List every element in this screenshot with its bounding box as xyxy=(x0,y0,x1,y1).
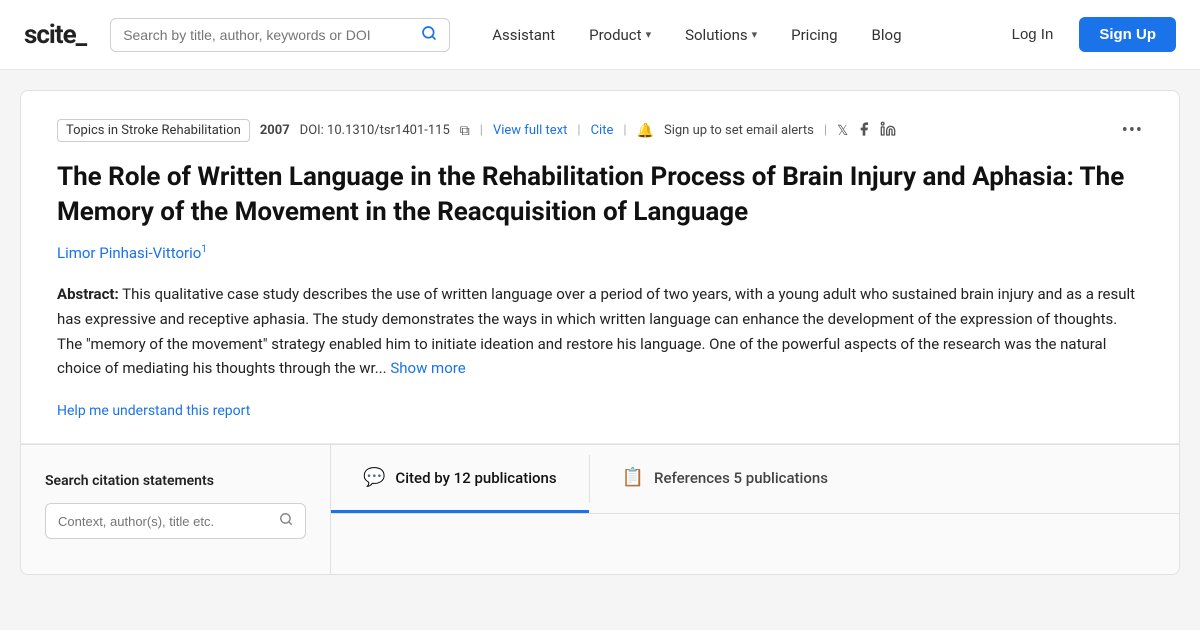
tab-references[interactable]: 📋 References 5 publications xyxy=(590,445,860,513)
nav-item-solutions[interactable]: Solutions ▾ xyxy=(671,18,771,52)
copy-icon[interactable]: ⧉ xyxy=(460,123,470,139)
nav-right: Log In Sign Up xyxy=(994,17,1176,52)
sidebar-search-input[interactable] xyxy=(58,514,273,529)
article-card: Topics in Stroke Rehabilitation 2007 DOI… xyxy=(20,90,1180,575)
chevron-down-icon: ▾ xyxy=(752,28,758,41)
search-bar[interactable] xyxy=(110,18,450,52)
sidebar-title: Search citation statements xyxy=(45,473,306,489)
tab-cited-by[interactable]: 💬 Cited by 12 publications xyxy=(331,445,589,513)
bell-icon[interactable]: 🔔 xyxy=(637,123,654,139)
meta-row: Topics in Stroke Rehabilitation 2007 DOI… xyxy=(57,119,1143,142)
article-header: Topics in Stroke Rehabilitation 2007 DOI… xyxy=(21,91,1179,444)
author-link[interactable]: Limor Pinhasi-Vittorio1 xyxy=(57,244,207,262)
help-link[interactable]: Help me understand this report xyxy=(57,403,250,419)
article-year: 2007 xyxy=(260,123,290,138)
search-input[interactable] xyxy=(123,27,417,43)
abstract: Abstract: This qualitative case study de… xyxy=(57,282,1143,381)
login-button[interactable]: Log In xyxy=(994,18,1072,51)
signup-button[interactable]: Sign Up xyxy=(1079,17,1176,52)
nav-links: Assistant Product ▾ Solutions ▾ Pricing … xyxy=(478,18,985,52)
navbar: scite_ Assistant Product ▾ Solutions ▾ P… xyxy=(0,0,1200,70)
social-icons: 𝕏 xyxy=(837,121,896,141)
search-icon xyxy=(279,512,293,530)
twitter-icon[interactable]: 𝕏 xyxy=(837,123,848,139)
linkedin-icon[interactable] xyxy=(880,121,896,141)
nav-item-product[interactable]: Product ▾ xyxy=(575,18,665,52)
more-options-icon[interactable]: ••• xyxy=(1122,120,1143,141)
cite-link[interactable]: Cite xyxy=(591,123,614,138)
view-full-text-link[interactable]: View full text xyxy=(493,123,567,138)
cited-by-icon: 💬 xyxy=(363,467,385,488)
show-more-button[interactable]: Show more xyxy=(390,359,465,377)
facebook-icon[interactable] xyxy=(856,121,872,141)
references-icon: 📋 xyxy=(622,467,644,488)
chevron-down-icon: ▾ xyxy=(646,28,652,41)
tabs-panel: 💬 Cited by 12 publications 📋 References … xyxy=(331,445,1179,574)
alert-text: Sign up to set email alerts xyxy=(664,123,814,138)
sidebar-search[interactable] xyxy=(45,503,306,539)
sidebar-panel: Search citation statements xyxy=(21,445,331,574)
article-doi: DOI: 10.1310/tsr1401-115 xyxy=(300,123,450,138)
search-icon xyxy=(421,25,437,45)
article-title: The Role of Written Language in the Reha… xyxy=(57,160,1143,230)
nav-item-blog[interactable]: Blog xyxy=(858,18,916,52)
logo[interactable]: scite_ xyxy=(24,20,86,50)
tabs-row: 💬 Cited by 12 publications 📋 References … xyxy=(331,445,1179,514)
journal-badge: Topics in Stroke Rehabilitation xyxy=(57,119,250,142)
author-row: Limor Pinhasi-Vittorio1 xyxy=(57,244,1143,262)
nav-item-assistant[interactable]: Assistant xyxy=(478,18,569,52)
nav-item-pricing[interactable]: Pricing xyxy=(777,18,851,52)
bottom-section: Search citation statements 💬 Cited by 12… xyxy=(21,444,1179,574)
